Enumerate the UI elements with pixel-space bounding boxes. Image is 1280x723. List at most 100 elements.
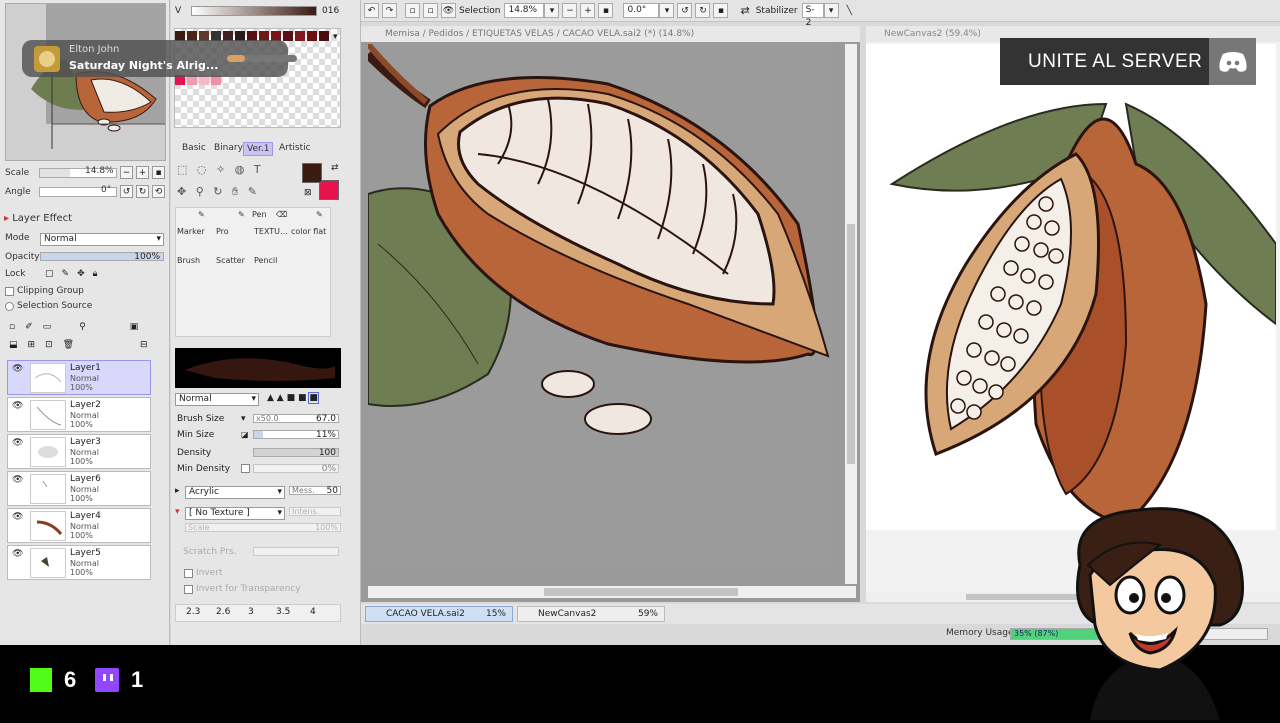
- layer-row-5[interactable]: 👁︎ Layer4 Normal 100%: [7, 508, 151, 543]
- invert-row[interactable]: Invert: [184, 568, 222, 578]
- eye-icon[interactable]: 👁︎: [12, 401, 23, 411]
- new-folder-icon[interactable]: ▭: [43, 322, 52, 332]
- angle-field[interactable]: 0.0°: [623, 3, 660, 18]
- brush-shape-5-icon[interactable]: ■: [308, 392, 319, 404]
- drawing-canvas[interactable]: [368, 44, 834, 566]
- eye-icon[interactable]: 👁︎: [12, 512, 23, 522]
- selection-visibility-button[interactable]: 👁︎: [441, 3, 456, 18]
- merge-down-icon[interactable]: ⊞: [28, 340, 36, 350]
- opacity-slider[interactable]: 100%: [40, 252, 164, 262]
- primary-color-swatch[interactable]: [302, 163, 322, 183]
- brush-shape-1-icon[interactable]: ▲: [267, 393, 274, 403]
- tab-binary[interactable]: Binary: [211, 142, 246, 154]
- lasso-icon[interactable]: ◌: [197, 163, 207, 176]
- blend-mode-select[interactable]: Normal ▾: [40, 233, 164, 246]
- value-slider[interactable]: [191, 6, 317, 16]
- new-layer-icon[interactable]: ▫: [9, 322, 15, 332]
- size-preset-3[interactable]: 3: [248, 607, 254, 617]
- transparent-color-icon[interactable]: ⊠: [304, 188, 312, 198]
- pin-icon[interactable]: ⚲: [79, 322, 86, 332]
- lock-all-icon[interactable]: 🔒︎: [93, 269, 98, 279]
- min-size-pressure-icon[interactable]: ◪: [241, 430, 249, 439]
- line-tool-icon[interactable]: ╲: [847, 6, 852, 16]
- zoom-out-toolbar-button[interactable]: −: [562, 3, 578, 18]
- lock-pixels-icon[interactable]: ▢: [45, 269, 54, 279]
- zoom-in-button[interactable]: +: [136, 166, 149, 179]
- rotate-left-toolbar-button[interactable]: ↺: [677, 3, 693, 18]
- size-preset-1[interactable]: 2.3: [186, 607, 200, 617]
- eye-icon[interactable]: 👁︎: [12, 549, 23, 559]
- brush-pencil[interactable]: Pencil: [254, 256, 277, 265]
- angle-dropdown-icon[interactable]: ▾: [659, 3, 675, 18]
- tab-artistic[interactable]: Artistic: [276, 142, 314, 154]
- rotate-right-toolbar-button[interactable]: ↻: [695, 3, 711, 18]
- move-icon[interactable]: ✥: [177, 185, 186, 198]
- zoom-in-toolbar-button[interactable]: +: [580, 3, 596, 18]
- canvas-vertical-scrollbar[interactable]: [845, 44, 857, 584]
- stabilizer-dropdown-icon[interactable]: ▾: [823, 3, 839, 18]
- collapse-icon[interactable]: ⊟: [140, 340, 148, 350]
- brush-textu[interactable]: TEXTU...: [254, 227, 288, 236]
- rotate-reset-toolbar-button[interactable]: ▪: [713, 3, 729, 18]
- brush-unnamed-2-icon[interactable]: ✎: [238, 210, 245, 219]
- eye-icon[interactable]: 👁︎: [12, 475, 23, 485]
- layer-row-6[interactable]: 👁︎ Layer5 Normal 100%: [7, 545, 151, 580]
- zoom-out-button[interactable]: −: [120, 166, 133, 179]
- brush-size-slider[interactable]: x50.0 67.0: [253, 414, 339, 424]
- min-size-slider[interactable]: 11%: [253, 430, 339, 440]
- layer-row-4[interactable]: 👁︎ Layer6 Normal 100%: [7, 471, 151, 506]
- deselect-button[interactable]: ▫: [405, 3, 420, 18]
- rect-select-icon[interactable]: ⬚: [177, 163, 187, 176]
- hand-icon[interactable]: ✋︎: [232, 185, 238, 198]
- rotate-left-button[interactable]: ↺: [120, 185, 133, 198]
- reference-canvas[interactable]: [866, 44, 1276, 530]
- doc-tab-newcanvas2[interactable]: NewCanvas2 59%: [517, 606, 665, 622]
- tab-ver1[interactable]: Ver.1: [243, 142, 274, 156]
- layer-row-3[interactable]: 👁︎ Layer3 Normal 100%: [7, 434, 151, 469]
- min-density-checkbox[interactable]: [241, 464, 250, 473]
- swap-colors-icon[interactable]: ⇄: [331, 163, 339, 173]
- brush-unnamed-1-icon[interactable]: ✎: [198, 210, 205, 219]
- undo-button[interactable]: ↶: [364, 3, 379, 18]
- size-preset-5[interactable]: 4: [310, 607, 316, 617]
- size-preset-4[interactable]: 3.5: [276, 607, 290, 617]
- rotate-reset-button[interactable]: ⟲: [152, 185, 165, 198]
- brush-pro[interactable]: Pro: [216, 227, 229, 236]
- flip-icon[interactable]: ⇄: [740, 4, 749, 17]
- intens-slider[interactable]: Intens.: [289, 507, 341, 516]
- navigator-preview[interactable]: [5, 3, 166, 161]
- selection-source-radio[interactable]: [5, 301, 14, 311]
- brush-scatter[interactable]: Scatter: [216, 256, 245, 265]
- layer-row-1[interactable]: 👁︎ Layer1 Normal 100%: [7, 360, 151, 395]
- select-pen-icon[interactable]: ◍: [235, 163, 245, 176]
- doc-tab-cacao[interactable]: CACAO VELA.sai2 15%: [365, 606, 513, 622]
- lock-move-icon[interactable]: ✥: [77, 269, 85, 279]
- density-slider[interactable]: 100: [253, 448, 339, 458]
- eye-icon[interactable]: 👁︎: [12, 364, 23, 374]
- zoom-icon[interactable]: ⚲: [196, 185, 204, 198]
- expand-shape-icon[interactable]: ▸: [175, 486, 180, 496]
- stabilizer-field[interactable]: S-2: [801, 3, 824, 28]
- eyedropper-icon[interactable]: ✎: [248, 185, 257, 198]
- zoom-reset-toolbar-button[interactable]: ▪: [598, 3, 614, 18]
- layer-effect-header[interactable]: ▸ Layer Effect: [4, 213, 72, 224]
- clear-layer-icon[interactable]: ⊡: [45, 340, 53, 350]
- brush-pen[interactable]: Pen: [252, 210, 267, 219]
- text-tool-icon[interactable]: T: [254, 163, 261, 176]
- expand-texture-icon[interactable]: ▾: [175, 507, 180, 517]
- clipping-group-row[interactable]: Clipping Group: [5, 286, 84, 296]
- invert-selection-button[interactable]: ▫: [423, 3, 438, 18]
- brush-color-flat[interactable]: color flat: [291, 227, 326, 236]
- brush-shape-3-icon[interactable]: ■: [287, 393, 296, 403]
- selection-source-row[interactable]: Selection Source: [5, 301, 92, 311]
- redo-button[interactable]: ↷: [382, 3, 397, 18]
- eye-icon[interactable]: 👁︎: [12, 438, 23, 448]
- brush-eraser-icon[interactable]: ⌫: [276, 210, 287, 219]
- new-linework-layer-icon[interactable]: ✐: [25, 322, 33, 332]
- brush-size-dropdown-icon[interactable]: ▾: [241, 414, 246, 424]
- brush-unnamed-3-icon[interactable]: ✎: [316, 210, 323, 219]
- scratch-slider[interactable]: [253, 547, 339, 556]
- brush-blend-select[interactable]: Normal ▾: [175, 393, 259, 406]
- rotate-right-button[interactable]: ↻: [136, 185, 149, 198]
- layer-row-2[interactable]: 👁︎ Layer2 Normal 100%: [7, 397, 151, 432]
